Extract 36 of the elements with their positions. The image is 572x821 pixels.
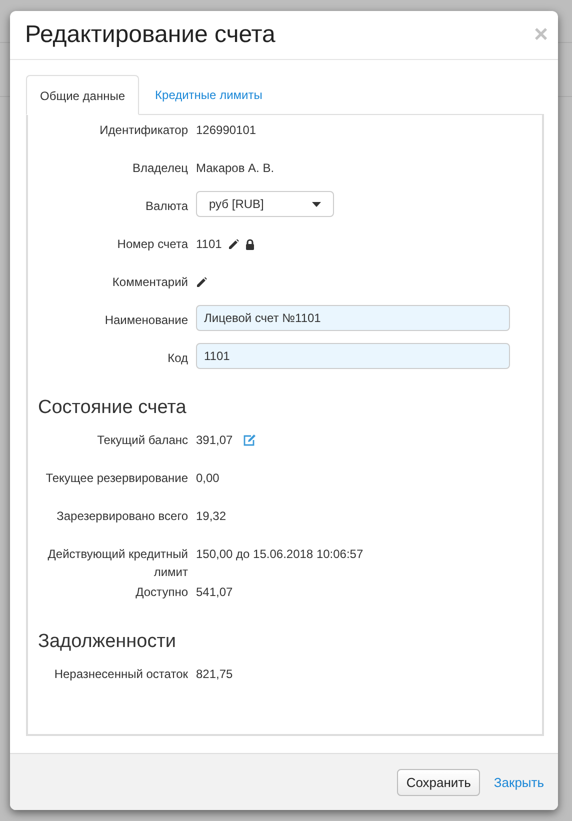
field-value: 150,00 до 15.06.2018 10:06:57 xyxy=(196,546,364,563)
input-field[interactable]: Лицевой счет №1101 xyxy=(196,305,510,331)
lock-icon xyxy=(244,238,255,250)
field-label: Владелец xyxy=(131,160,189,177)
field-label: Код xyxy=(166,350,189,367)
field-label: Доступно xyxy=(134,584,189,601)
field-label: Валюта xyxy=(144,198,189,215)
field-label: Действующий кредитный лимит xyxy=(46,546,189,581)
window-title: Редактирование счета xyxy=(25,21,276,49)
caret-icon xyxy=(312,202,321,206)
pencil-icon[interactable] xyxy=(196,276,207,288)
input-field[interactable]: 1101 xyxy=(196,343,510,369)
tab[interactable]: Кредитные лимиты xyxy=(141,75,276,114)
field-label: Текущий баланс xyxy=(96,432,189,449)
field-value: 126990101 xyxy=(196,122,256,139)
field-label: Зарезервировано всего xyxy=(56,508,189,525)
field-value: 541,07 xyxy=(196,584,233,601)
field-value: 391,07 xyxy=(196,432,233,449)
field-label: Комментарий xyxy=(111,274,189,291)
section-heading: Состояние счета xyxy=(38,397,188,419)
edit-icon[interactable] xyxy=(242,434,256,446)
field-label: Текущее резервирование xyxy=(44,470,189,487)
field-value: 821,75 xyxy=(196,666,233,683)
field-value: Макаров А. В. xyxy=(196,160,274,177)
tab[interactable]: Общие данные xyxy=(26,75,140,115)
currency-select[interactable]: руб [RUB] xyxy=(196,191,334,217)
field-value: 0,00 xyxy=(196,470,220,487)
field-value: 1101 xyxy=(196,236,222,253)
field-label: Идентификатор xyxy=(98,122,189,139)
field-value: 19,32 xyxy=(196,508,226,525)
field-label: Неразнесенный остаток xyxy=(53,666,189,683)
section-heading: Задолженности xyxy=(38,631,178,653)
save-button[interactable]: Сохранить xyxy=(397,768,480,796)
field-label: Наименование xyxy=(104,312,189,329)
pencil-icon[interactable] xyxy=(228,238,239,250)
field-label: Номер счета xyxy=(116,236,189,253)
